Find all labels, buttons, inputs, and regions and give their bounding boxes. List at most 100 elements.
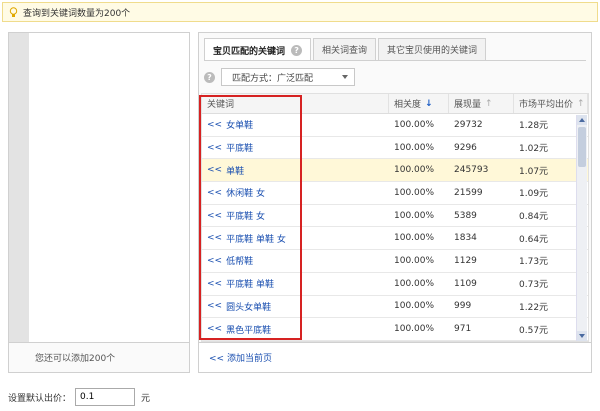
impressions-cell: 9296 — [454, 142, 477, 153]
keyword-search-panel: 宝贝匹配的关键词 ? 相关词查询 其它宝贝使用的关键词 ? 匹配方式：广泛匹配 … — [198, 32, 592, 373]
header-avg-bid[interactable]: 市场平均出价 ↑ — [514, 94, 588, 113]
header-avg-bid-label: 市场平均出价 — [519, 100, 574, 110]
impressions-cell: 1109 — [454, 278, 477, 289]
relevance-cell: 100.00% — [394, 187, 435, 198]
keyword-cell[interactable]: << 单鞋 — [202, 159, 389, 181]
tab-related-search-label: 相关词查询 — [322, 46, 368, 56]
table-row[interactable]: << 平底鞋 100.00% 9296 1.02元 — [202, 137, 588, 160]
keyword-text[interactable]: 圆头女单鞋 — [226, 300, 271, 313]
keyword-text[interactable]: 黑色平底鞋 — [226, 323, 271, 336]
keyword-cell[interactable]: << 平底鞋 女 — [202, 205, 389, 227]
impressions-cell: 971 — [454, 324, 472, 335]
keyword-table: 关键词 相关度 ↓ 展现量 ↑ 市场平均出价 ↑ << 女单鞋 100.00% 297… — [201, 93, 589, 342]
table-header: 关键词 相关度 ↓ 展现量 ↑ 市场平均出价 ↑ — [202, 94, 588, 114]
table-row[interactable]: << 女单鞋 100.00% 29732 1.28元 — [202, 114, 588, 137]
keyword-text[interactable]: 休闲鞋 女 — [226, 186, 265, 199]
keyword-cell[interactable]: << 平底鞋 — [202, 137, 389, 159]
left-gutter — [9, 33, 29, 343]
keyword-cell[interactable]: << 黑色平底鞋 — [202, 318, 389, 340]
relevance-cell: 100.00% — [394, 233, 435, 244]
relevance-cell: 100.00% — [394, 278, 435, 289]
table-row[interactable]: << 平底鞋 单鞋 女 100.00% 1834 0.64元 — [202, 227, 588, 251]
add-arrow-icon[interactable]: << — [207, 301, 222, 311]
sort-up-icon: ↑ — [577, 98, 585, 109]
keyword-text[interactable]: 女单鞋 — [226, 118, 253, 131]
add-arrow-icon[interactable]: << — [207, 256, 222, 266]
scrollbar-thumb[interactable] — [578, 127, 586, 167]
header-keyword-label: 关键词 — [207, 100, 235, 110]
impressions-cell: 5389 — [454, 210, 477, 221]
keyword-cell[interactable]: << 休闲鞋 女 — [202, 182, 389, 204]
keyword-text[interactable]: 低帮鞋 — [226, 254, 253, 267]
selected-keywords-panel: 您还可以添加200个 — [8, 32, 190, 373]
keyword-text[interactable]: 单鞋 — [226, 164, 244, 177]
table-row[interactable]: << 平底鞋 单鞋 100.00% 1109 0.73元 — [202, 273, 588, 296]
relevance-cell: 100.00% — [394, 301, 435, 312]
impressions-cell: 29732 — [454, 119, 483, 130]
table-row[interactable]: << 平底鞋 女 100.00% 5389 0.84元 — [202, 205, 588, 228]
impressions-cell: 999 — [454, 301, 472, 312]
sort-up-icon: ↑ — [485, 98, 493, 109]
remaining-count-text: 您还可以添加200个 — [35, 354, 116, 364]
relevance-cell: 100.00% — [394, 142, 435, 153]
add-arrow-icon[interactable]: << — [207, 165, 222, 175]
chevron-down-icon — [342, 75, 348, 79]
keyword-cell[interactable]: << 低帮鞋 — [202, 250, 389, 272]
table-row[interactable]: << 黑色平底鞋 100.00% 971 0.57元 — [202, 318, 588, 341]
notice-text: 查询到关键词数量为200个 — [23, 8, 131, 19]
add-arrow-icon[interactable]: << — [207, 324, 222, 334]
table-row[interactable]: << 休闲鞋 女 100.00% 21599 1.09元 — [202, 182, 588, 205]
help-icon[interactable]: ? — [204, 71, 215, 83]
keyword-text[interactable]: 平底鞋 单鞋 — [226, 277, 274, 290]
keyword-cell[interactable]: << 平底鞋 单鞋 女 — [202, 227, 389, 249]
default-bid-input[interactable] — [75, 388, 136, 406]
keyword-text[interactable]: 平底鞋 女 — [226, 209, 265, 222]
impressions-cell: 1129 — [454, 255, 477, 266]
table-body: << 女单鞋 100.00% 29732 1.28元 << 平底鞋 100.00% 9296 1.… — [202, 114, 588, 341]
impressions-cell: 21599 — [454, 187, 483, 198]
remaining-count: 您还可以添加200个 — [9, 342, 189, 372]
add-arrow-icon[interactable]: << — [207, 120, 222, 130]
add-arrow-icon[interactable]: << — [207, 233, 222, 243]
tab-matched-keywords[interactable]: 宝贝匹配的关键词 ? — [204, 38, 312, 61]
keyword-cell[interactable]: << 圆头女单鞋 — [202, 296, 389, 318]
keyword-cell[interactable]: << 女单鞋 — [202, 114, 389, 136]
header-relevance[interactable]: 相关度 ↓ — [389, 94, 449, 113]
table-row[interactable]: << 低帮鞋 100.00% 1129 1.73元 — [202, 250, 588, 273]
header-relevance-label: 相关度 — [394, 100, 422, 110]
sort-down-icon: ↓ — [425, 98, 433, 109]
match-type-row: ? 匹配方式：广泛匹配 — [204, 68, 355, 86]
add-arrow-icon[interactable]: << — [207, 211, 222, 221]
keyword-text[interactable]: 平底鞋 单鞋 女 — [226, 232, 286, 245]
add-current-page-label: << 添加当前页 — [209, 354, 272, 364]
header-keyword: 关键词 — [202, 94, 389, 113]
tab-bar: 宝贝匹配的关键词 ? 相关词查询 其它宝贝使用的关键词 — [204, 38, 488, 61]
relevance-cell: 100.00% — [394, 324, 435, 335]
scrollbar[interactable] — [576, 115, 587, 341]
header-impressions[interactable]: 展现量 ↑ — [449, 94, 514, 113]
tab-divider — [204, 60, 586, 61]
relevance-cell: 100.00% — [394, 210, 435, 221]
relevance-cell: 100.00% — [394, 119, 435, 130]
scroll-up-icon[interactable] — [577, 115, 587, 125]
match-type-select[interactable]: 匹配方式：广泛匹配 — [221, 68, 355, 86]
keyword-cell[interactable]: << 平底鞋 单鞋 — [202, 273, 389, 295]
keyword-text[interactable]: 平底鞋 — [226, 141, 253, 154]
add-arrow-icon[interactable]: << — [207, 188, 222, 198]
relevance-cell: 100.00% — [394, 255, 435, 266]
tab-other-items-keywords[interactable]: 其它宝贝使用的关键词 — [378, 38, 487, 60]
add-arrow-icon[interactable]: << — [207, 143, 222, 153]
table-row[interactable]: << 单鞋 100.00% 245793 1.07元 — [202, 159, 588, 183]
lightbulb-icon — [9, 6, 18, 17]
relevance-cell: 100.00% — [394, 165, 435, 176]
match-type-value: 匹配方式：广泛匹配 — [232, 73, 314, 84]
help-icon[interactable]: ? — [291, 44, 303, 56]
tab-related-search[interactable]: 相关词查询 — [313, 38, 377, 60]
tab-matched-keywords-label: 宝贝匹配的关键词 — [213, 46, 286, 57]
add-current-page-link[interactable]: << 添加当前页 — [199, 342, 591, 372]
impressions-cell: 245793 — [454, 165, 489, 176]
scroll-down-icon[interactable] — [577, 331, 587, 341]
table-row[interactable]: << 圆头女单鞋 100.00% 999 1.22元 — [202, 296, 588, 319]
add-arrow-icon[interactable]: << — [207, 279, 222, 289]
notice-bar: 查询到关键词数量为200个 — [2, 2, 598, 22]
